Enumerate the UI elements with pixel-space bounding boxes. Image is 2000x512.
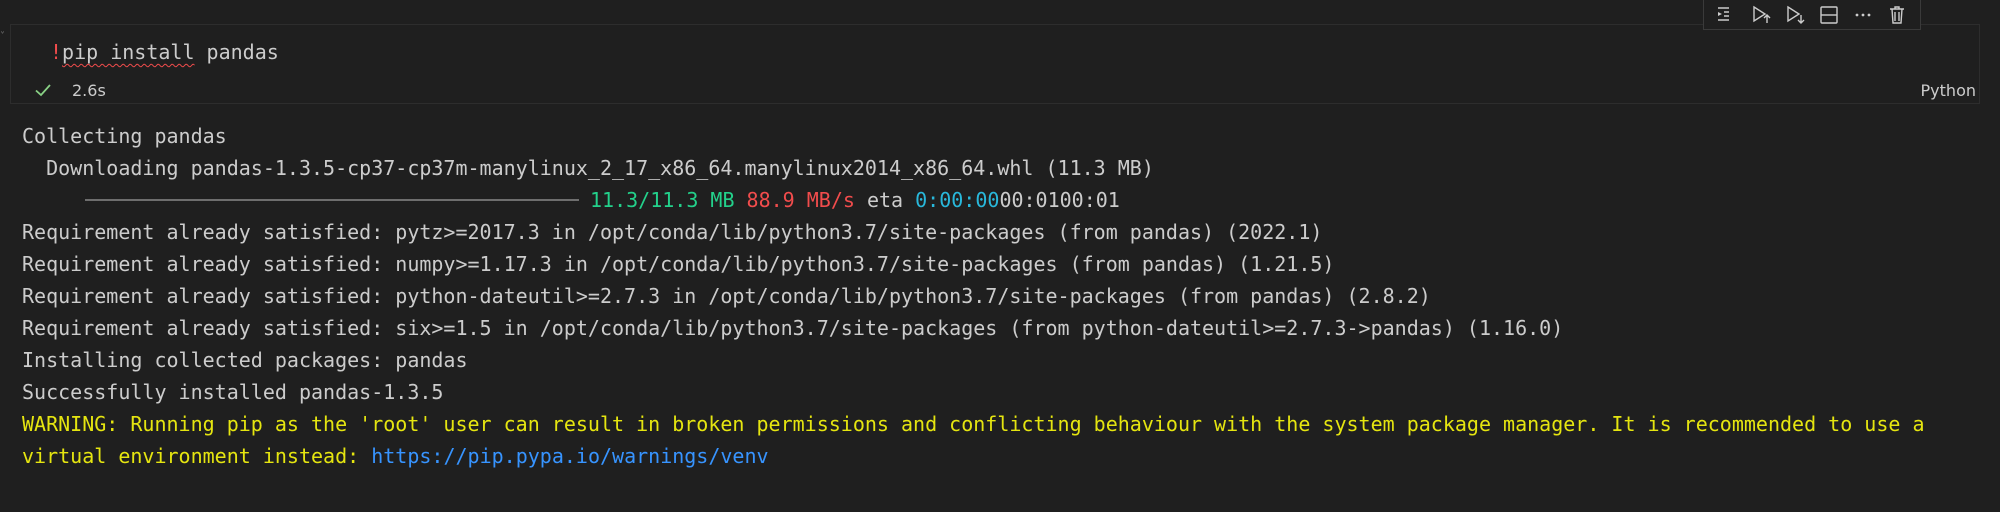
code-editor-line[interactable]: !pip install pandas — [50, 40, 279, 64]
warning-line: WARNING: Running pip as the 'root' user … — [22, 412, 1925, 436]
progress-eta-label: eta — [866, 188, 904, 212]
code-bang: ! — [50, 40, 63, 64]
code-argument: pandas — [194, 40, 279, 64]
download-progress: 11.3/11.3 MB 88.9 MB/s eta 0:00:0000:010… — [22, 184, 1982, 216]
output-line: Installing collected packages: pandas — [22, 348, 468, 372]
execution-time: 2.6s — [72, 81, 106, 100]
output-line: Collecting pandas — [22, 124, 227, 148]
run-below-icon[interactable] — [1782, 2, 1808, 28]
output-line: Requirement already satisfied: python-da… — [22, 284, 1431, 308]
run-cell-icon[interactable] — [1748, 2, 1774, 28]
progress-text: 11.3/11.3 MB 88.9 MB/s eta 0:00:0000:010… — [590, 184, 1120, 216]
cell-collapse-marker[interactable]: ˅ — [0, 32, 5, 42]
output-line: Downloading pandas-1.3.5-cp37-cp37m-many… — [22, 156, 1154, 180]
progress-eta-value: 0:00:00 — [915, 188, 1000, 212]
warning-text: virtual environment instead: — [22, 444, 372, 468]
output-line: Requirement already satisfied: pytz>=201… — [22, 220, 1323, 244]
cell-language-picker[interactable]: Python — [1921, 81, 1976, 101]
code-cell[interactable] — [10, 24, 1980, 104]
venv-link[interactable]: https://pip.pypa.io/warnings/venv — [371, 444, 768, 468]
notebook-page: ˅ !pip install pandas 2.6s Python Collec… — [0, 0, 2000, 512]
output-line: Requirement already satisfied: six>=1.5 … — [22, 316, 1564, 340]
output-line: Successfully installed pandas-1.3.5 — [22, 380, 444, 404]
delete-icon[interactable] — [1884, 2, 1910, 28]
split-cell-icon[interactable] — [1816, 2, 1842, 28]
progress-bar — [85, 199, 579, 201]
code-command: pip install — [62, 40, 195, 64]
progress-speed: 88.9 MB/s — [746, 188, 855, 212]
warning-line-2: virtual environment instead: https://pip… — [22, 440, 1982, 472]
output-line: Requirement already satisfied: numpy>=1.… — [22, 252, 1335, 276]
run-above-icon[interactable] — [1714, 2, 1740, 28]
progress-eta-trail: 00:0100:01 — [999, 188, 1120, 212]
more-icon[interactable] — [1850, 2, 1876, 28]
cell-output: Collecting pandas Downloading pandas-1.3… — [22, 120, 1982, 472]
success-check-icon — [33, 80, 53, 100]
progress-size: 11.3/11.3 MB — [590, 188, 735, 212]
cell-toolbar — [1703, 0, 1921, 30]
